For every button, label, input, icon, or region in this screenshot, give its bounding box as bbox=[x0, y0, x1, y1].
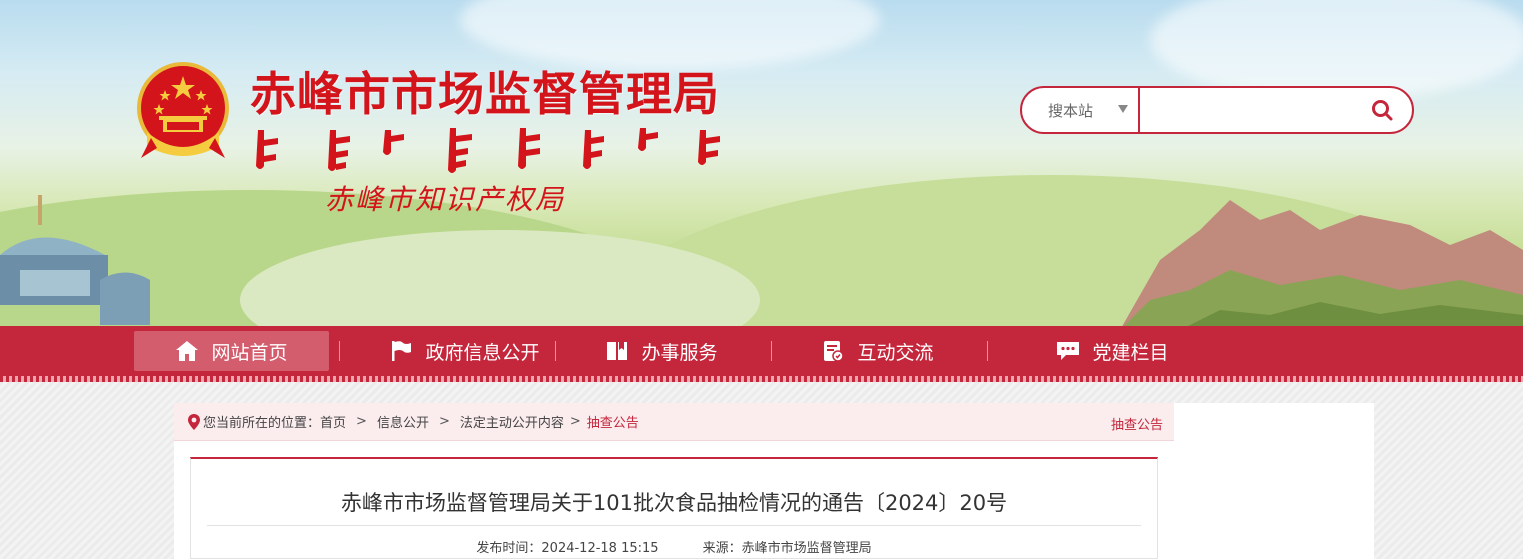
mongolian-script-title bbox=[256, 128, 720, 173]
site-title: 赤峰市市场监督管理局 bbox=[250, 67, 720, 121]
nav-item-interaction[interactable]: 互动交流 bbox=[780, 331, 975, 371]
breadcrumb-separator: > bbox=[438, 414, 450, 429]
chat-doc-icon bbox=[824, 341, 845, 362]
search-icon[interactable] bbox=[1370, 98, 1394, 122]
breadcrumb-separator: > bbox=[356, 414, 367, 429]
article-source: 来源：赤峰市市场监督管理局 bbox=[702, 541, 872, 556]
breadcrumb-prefix: 您当前所在的位置： bbox=[203, 416, 321, 431]
nav-divider bbox=[987, 341, 988, 361]
yurt-decoration bbox=[0, 195, 150, 325]
nav-item-gov-info[interactable]: 政府信息公开 bbox=[367, 331, 562, 371]
nav-item-home[interactable]: 网站首页 bbox=[134, 331, 329, 371]
breadcrumb: 您当前所在的位置： 首页 > 信息公开 > 法定主动公开内容 > 抽查公告 bbox=[174, 403, 1174, 441]
search-input[interactable] bbox=[1142, 92, 1362, 128]
article-meta: 发布时间：2024-12-18 15:15 来源：赤峰市市场监督管理局 bbox=[191, 537, 1157, 556]
nav-item-party[interactable]: 党建栏目 bbox=[1015, 331, 1210, 371]
search-scope-select[interactable]: 搜本站 bbox=[1022, 88, 1140, 132]
nav-item-label: 政府信息公开 bbox=[425, 341, 540, 364]
nav-item-label: 办事服务 bbox=[641, 341, 718, 364]
speech-bubble-icon bbox=[1057, 342, 1080, 360]
publish-time: 发布时间：2024-12-18 15:15 bbox=[476, 541, 659, 556]
nav-divider bbox=[771, 341, 772, 361]
article-divider bbox=[207, 525, 1141, 526]
breadcrumb-link-current[interactable]: 抽查公告 bbox=[587, 412, 639, 431]
mountain-decoration bbox=[1122, 200, 1523, 326]
nav-item-label: 网站首页 bbox=[211, 341, 288, 364]
location-pin-icon bbox=[188, 413, 200, 430]
flag-icon bbox=[392, 341, 412, 361]
breadcrumb-link-statutory[interactable]: 法定主动公开内容 bbox=[460, 412, 564, 431]
search-divider bbox=[1138, 88, 1140, 132]
nav-item-label: 党建栏目 bbox=[1092, 341, 1169, 364]
search-scope-label: 搜本站 bbox=[1048, 101, 1094, 120]
header-banner: 赤峰市市场监督管理局 赤峰市知识产权局 搜本站 bbox=[0, 0, 1523, 326]
breadcrumb-link-info[interactable]: 信息公开 bbox=[377, 412, 429, 431]
nav-item-services[interactable]: 办事服务 bbox=[564, 331, 759, 371]
article-title: 赤峰市市场监督管理局关于101批次食品抽检情况的通告〔2024〕20号 bbox=[340, 491, 1008, 515]
main-nav: 网站首页 政府信息公开 办事服务 互动交流 党建栏目 bbox=[0, 326, 1523, 376]
section-label[interactable]: 抽查公告 bbox=[1111, 414, 1163, 433]
breadcrumb-link-home[interactable]: 首页 bbox=[320, 412, 346, 431]
nav-divider bbox=[339, 341, 340, 361]
sub-title: 赤峰市知识产权局 bbox=[325, 183, 566, 216]
breadcrumb-separator: > bbox=[569, 414, 581, 429]
home-icon bbox=[176, 341, 199, 361]
cloud-decoration bbox=[1150, 0, 1523, 100]
nav-divider bbox=[555, 341, 556, 361]
book-icon bbox=[607, 342, 628, 360]
article-card: 赤峰市市场监督管理局关于101批次食品抽检情况的通告〔2024〕20号 发布时间… bbox=[190, 457, 1158, 559]
caret-down-icon bbox=[1118, 105, 1128, 113]
search-box: 搜本站 bbox=[1020, 86, 1414, 134]
national-emblem-logo bbox=[137, 62, 229, 158]
nav-item-label: 互动交流 bbox=[857, 341, 934, 364]
